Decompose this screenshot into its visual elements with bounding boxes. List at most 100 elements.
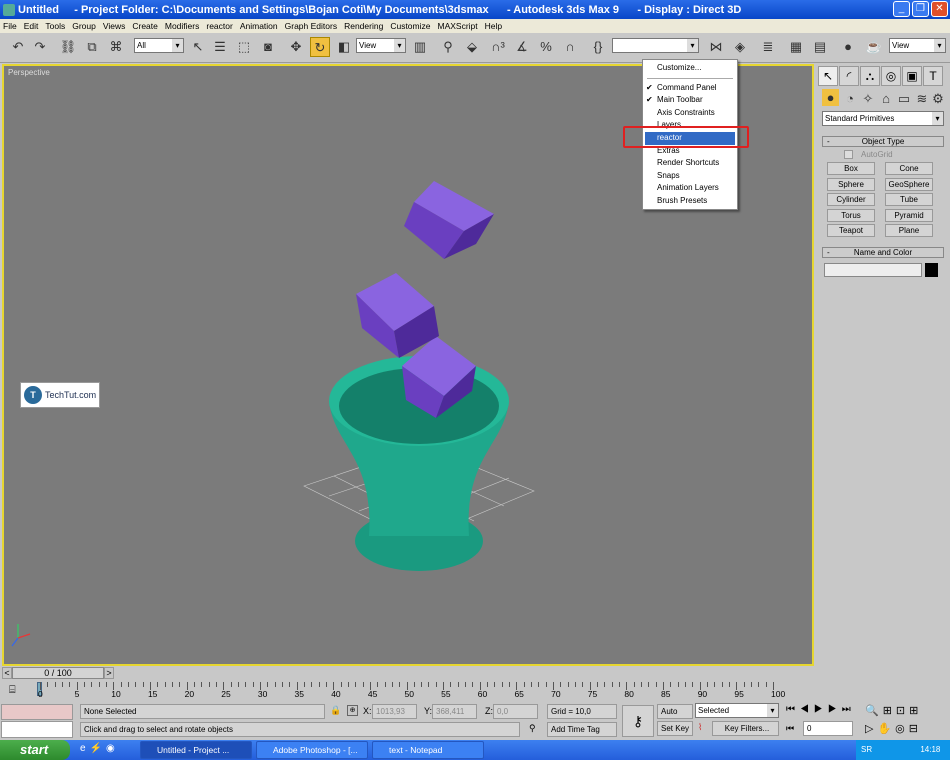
x-coordinate-input[interactable]: 1013,93	[372, 704, 417, 719]
start-button[interactable]: start	[0, 740, 70, 760]
unlink-icon[interactable]: ⧉	[82, 37, 102, 57]
redo-icon[interactable]: ↷	[30, 37, 50, 57]
menu-modifiers[interactable]: Modifiers	[165, 21, 199, 31]
playback-controls[interactable]: ⏮◀▶▶⏭	[786, 704, 856, 715]
move-icon[interactable]: ✥	[286, 37, 306, 57]
task-notepad[interactable]: text - Notepad	[372, 741, 484, 759]
bind-space-warp-icon[interactable]: ⌘	[106, 37, 126, 57]
track-bar[interactable]: ⌸ 0 5 10 15 20 25 30 35 40 45 50 55 60 65 70 75 80 85 90 95…	[0, 680, 815, 703]
close-button[interactable]: ✕	[931, 1, 948, 17]
selection-filter-dropdown[interactable]: All	[134, 38, 184, 53]
menu-tools[interactable]: Tools	[45, 21, 65, 31]
menu-views[interactable]: Views	[103, 21, 126, 31]
modify-tab-icon[interactable]: ◜	[839, 66, 859, 86]
menu-item-render-shortcuts[interactable]: Render Shortcuts	[643, 157, 737, 170]
viewport-navigation-icons[interactable]: 🔍⊞⊡⊞	[865, 704, 922, 717]
create-tab-icon[interactable]: ↖	[818, 66, 838, 86]
menu-item-axis-constraints[interactable]: Axis Constraints	[643, 107, 737, 120]
display-tab-icon[interactable]: ▣	[902, 66, 922, 86]
lights-icon[interactable]: ✧	[858, 89, 878, 109]
plane-button[interactable]: Plane	[885, 224, 933, 237]
geometry-icon[interactable]: ●	[822, 89, 839, 106]
mirror-icon[interactable]: ⋈	[706, 37, 726, 57]
menu-item-animation-layers[interactable]: Animation Layers	[643, 182, 737, 195]
maxscript-listener-mini[interactable]	[1, 704, 73, 720]
rotate-icon[interactable]: ↻	[310, 37, 330, 57]
set-key-button[interactable]: Set Key	[657, 721, 693, 736]
torus-button[interactable]: Torus	[827, 209, 875, 222]
utilities-tab-icon[interactable]: T	[923, 66, 943, 86]
quick-launch-icons[interactable]: e⚡◉	[80, 743, 119, 754]
app-icon[interactable]	[3, 3, 15, 16]
time-slider[interactable]: < 0 / 100 >	[0, 666, 815, 680]
menu-item-snaps[interactable]: Snaps	[643, 170, 737, 183]
language-indicator[interactable]: SR	[861, 745, 872, 754]
autogrid-checkbox[interactable]	[844, 150, 853, 159]
snap-toggle-icon[interactable]: ∩³	[488, 37, 508, 57]
menu-create[interactable]: Create	[132, 21, 158, 31]
teapot-button[interactable]: Teapot	[827, 224, 875, 237]
object-type-rollout[interactable]: - Object Type	[822, 136, 944, 147]
select-by-name-icon[interactable]: ☰	[210, 37, 230, 57]
menu-item-command-panel[interactable]: ✔ Command Panel	[643, 82, 737, 95]
ref-coord-dropdown[interactable]: View	[356, 38, 406, 53]
time-tag-icon[interactable]: ⚲	[529, 723, 536, 734]
align-icon[interactable]: ◈	[730, 37, 750, 57]
maximize-button[interactable]: ❐	[912, 1, 929, 17]
angle-snap-icon[interactable]: ∡	[512, 37, 532, 57]
minimize-button[interactable]: _	[893, 1, 910, 17]
menu-file[interactable]: File	[3, 21, 17, 31]
menu-customize[interactable]: Customize	[390, 21, 430, 31]
cone-button[interactable]: Cone	[885, 162, 933, 175]
named-selection-dropdown[interactable]	[612, 38, 699, 53]
add-time-tag-button[interactable]: Add Time Tag	[547, 722, 617, 737]
menu-maxscript[interactable]: MAXScript	[437, 21, 477, 31]
object-color-swatch[interactable]	[925, 263, 938, 277]
geosphere-button[interactable]: GeoSphere	[885, 178, 933, 191]
shapes-icon[interactable]: ◔	[840, 89, 860, 109]
material-editor-icon[interactable]: ●	[838, 37, 858, 57]
current-frame-input[interactable]: 0	[803, 721, 853, 736]
key-mode-toggle-icon[interactable]: ⏮	[786, 723, 794, 734]
key-tangent-icon[interactable]: ⌇	[698, 722, 702, 733]
motion-tab-icon[interactable]: ◎	[881, 66, 901, 86]
edit-named-selection-icon[interactable]: {}	[588, 37, 608, 57]
render-view-dropdown[interactable]: View	[889, 38, 946, 53]
hierarchy-tab-icon[interactable]: ⛬	[860, 66, 880, 86]
task-photoshop[interactable]: Adobe Photoshop - [...	[256, 741, 368, 759]
cameras-icon[interactable]: ⌂	[876, 89, 896, 109]
maxscript-input[interactable]	[1, 721, 73, 738]
helpers-icon[interactable]: ▭	[894, 89, 914, 109]
set-key-icon[interactable]: ⚷	[622, 705, 654, 737]
menu-edit[interactable]: Edit	[24, 21, 39, 31]
menu-reactor[interactable]: reactor	[206, 21, 232, 31]
next-frame-button[interactable]: >	[104, 667, 114, 679]
mini-curve-editor-icon[interactable]: ⌸	[9, 684, 16, 697]
y-coordinate-input[interactable]: 368,411	[432, 704, 477, 719]
prev-frame-button[interactable]: <	[2, 667, 12, 679]
percent-snap-icon[interactable]: %	[536, 37, 556, 57]
absolute-mode-icon[interactable]: ⊕	[347, 705, 358, 716]
manipulate-icon[interactable]: ⚲	[438, 37, 458, 57]
schematic-view-icon[interactable]: ▤	[810, 37, 830, 57]
layer-manager-icon[interactable]: ≣	[758, 37, 778, 57]
object-name-input[interactable]	[824, 263, 922, 277]
lock-icon[interactable]: 🔒	[330, 705, 341, 716]
menu-item-main-toolbar[interactable]: ✔ Main Toolbar	[643, 94, 737, 107]
task-3dsmax[interactable]: Untitled - Project ...	[140, 741, 252, 759]
viewport-navigation-icons-2[interactable]: ▷✋◎⊟	[865, 722, 922, 735]
menu-graph-editors[interactable]: Graph Editors	[285, 21, 337, 31]
rect-selection-icon[interactable]: ⬚	[234, 37, 254, 57]
undo-icon[interactable]: ↶	[8, 37, 28, 57]
key-filters-button[interactable]: Key Filters...	[712, 721, 779, 736]
spinner-snap-icon[interactable]: ∩	[560, 37, 580, 57]
category-dropdown[interactable]: Standard Primitives	[822, 111, 944, 126]
pivot-icon[interactable]: ▥	[410, 37, 430, 57]
z-coordinate-input[interactable]: 0,0	[493, 704, 538, 719]
cylinder-button[interactable]: Cylinder	[827, 193, 875, 206]
menu-item-brush-presets[interactable]: Brush Presets	[643, 195, 737, 208]
tube-button[interactable]: Tube	[885, 193, 933, 206]
menu-group[interactable]: Group	[72, 21, 96, 31]
select-icon[interactable]: ↖	[188, 37, 208, 57]
render-scene-icon[interactable]: ☕	[864, 37, 884, 57]
